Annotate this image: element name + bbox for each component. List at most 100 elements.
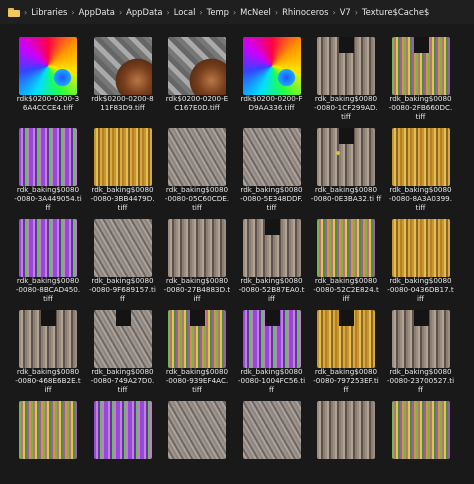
file-thumbnail [93,37,152,95]
file-name: rdk_baking$0080 -0080-939EF4AC. tiff [165,367,229,394]
file-item[interactable]: rdk_baking$0080 -0080-9F689157.ti ff [87,212,159,303]
file-item[interactable] [12,394,84,484]
file-name: rdk_baking$0080 -0080-52B87EA0.t iff [238,276,305,303]
breadcrumb-texture-cache[interactable]: Texture$Cache$ [362,7,429,17]
file-name: rdk$0200-0200-8 11F83D9.tiff [91,94,154,112]
file-item[interactable]: rdk_baking$0080 -0080-52C2E824.t iff [310,212,382,303]
file-item[interactable] [310,394,382,484]
thumbnail-marker [336,151,340,155]
chevron-right-icon: › [332,7,336,17]
file-thumbnail [317,401,375,459]
file-name: rdk_baking$0080 -0080-3BB4479D. tiff [90,185,155,212]
file-item[interactable]: rdk_baking$0080 -0080-2FB660DC. tiff [385,30,457,121]
breadcrumb-appdata-2[interactable]: AppData [126,7,162,17]
file-name: rdk_baking$0080 -0080-05C60CDE. tiff [164,185,230,212]
file-item[interactable]: rdk$0200-0200-F D9AA336.tiff [236,30,308,120]
file-name: rdk$0200-0200-F D9AA336.tiff [240,94,303,112]
file-name: rdk_baking$0080 -0080-0E3BA32.ti ff [310,185,382,203]
file-thumbnail [168,37,226,95]
folder-icon [8,7,20,17]
file-name: rdk_baking$0080 -0080-1CF299AD. tiff [314,94,378,121]
file-item[interactable]: rdk_baking$0080 -0080-5E348DDF. tiff [236,121,308,212]
file-name: rdk$0200-0200-E C167E0D.tiff [165,94,229,112]
thumbnail-notch [339,310,354,326]
file-name: rdk_baking$0080 -0080-2FB660DC. tiff [388,94,453,121]
file-thumbnail [19,219,77,277]
file-item[interactable]: rdk_baking$0080 -0080-0E3BA32.ti ff [310,121,382,211]
file-item[interactable]: rdk_baking$0080 -0080-1004FC56.ti ff [236,303,308,394]
file-thumbnail [93,128,152,186]
file-item[interactable]: rdk_baking$0080 -0080-23700527.ti ff [385,303,457,394]
file-item[interactable] [236,394,308,484]
file-item[interactable]: rdk_baking$0080 -0080-8A3A0399. tiff [385,121,457,212]
breadcrumb-bar: › Libraries › AppData › AppData › Local … [0,0,474,24]
file-thumbnail [93,401,152,459]
file-item[interactable] [385,394,457,484]
file-thumbnail [93,310,152,368]
file-thumbnail [391,128,450,186]
file-item[interactable]: rdk_baking$0080 -0080-749A27D0. tiff [87,303,159,394]
file-item[interactable]: rdk_baking$0080 -0080-3A449054.ti ff [12,121,84,212]
file-item[interactable]: rdk$0200-0200-E C167E0D.tiff [161,30,233,120]
file-thumbnail [19,37,77,95]
breadcrumb-libraries[interactable]: Libraries [31,7,67,17]
file-name: rdk_baking$0080 -0080-468E6B2E.t iff [15,367,81,394]
thumbnail-notch [339,128,354,144]
breadcrumb-mcneel[interactable]: McNeel [240,7,271,17]
file-thumbnail [242,219,301,277]
file-item[interactable]: rdk_baking$0080 -0080-27B4883D.t iff [161,212,233,303]
file-thumbnail [242,128,301,186]
thumbnail-notch [413,310,429,326]
file-thumbnail [242,401,301,459]
file-name: rdk_baking$0080 -0080-749A27D0. tiff [90,367,155,394]
file-item[interactable]: rdk_baking$0080 -0080-939EF4AC. tiff [161,303,233,394]
file-thumbnail [168,401,226,459]
file-item[interactable]: rdk$0200-0200-8 11F83D9.tiff [87,30,159,120]
chevron-right-icon: › [354,7,358,17]
file-thumbnail [168,128,226,186]
file-thumbnail [168,219,226,277]
file-name: rdk_baking$0080 -0080-0436DB17.t iff [387,276,454,303]
file-item[interactable]: rdk_baking$0080 -0080-05C60CDE. tiff [161,121,233,212]
chevron-right-icon: › [118,7,123,17]
thumbnail-notch [413,37,429,53]
file-thumbnail [19,401,77,459]
file-thumbnail [242,37,301,95]
file-name: rdk_baking$0080 -0080-23700527.ti ff [386,367,455,394]
file-name: rdk_baking$0080 -0080-52C2E824.t iff [313,276,379,303]
file-thumbnail [242,310,301,368]
file-name: rdk_baking$0080 -0080-8BCAD450. tiff [15,276,81,303]
file-thumbnail [391,401,450,459]
thumbnail-notch [115,310,131,326]
thumbnail-notch [41,310,56,326]
chevron-right-icon: › [199,7,203,17]
file-name: rdk_baking$0080 -0080-797253EF.ti ff [313,367,379,394]
file-item[interactable]: rdk_baking$0080 -0080-8BCAD450. tiff [12,212,84,303]
file-name: rdk_baking$0080 -0080-5E348DDF. tiff [240,185,303,212]
file-thumbnail [317,310,375,368]
file-item[interactable]: rdk_baking$0080 -0080-1CF299AD. tiff [310,30,382,121]
file-item[interactable] [87,394,159,484]
file-item[interactable]: rdk$0200-0200-3 6A4CCCE4.tiff [12,30,84,120]
file-thumbnail [317,219,375,277]
breadcrumb-temp[interactable]: Temp [207,7,229,17]
file-item[interactable]: rdk_baking$0080 -0080-468E6B2E.t iff [12,303,84,394]
thumbnail-notch [264,219,280,235]
file-name: rdk_baking$0080 -0080-8A3A0399. tiff [388,185,453,212]
file-name: rdk_baking$0080 -0080-3A449054.ti ff [14,185,82,212]
breadcrumb-local[interactable]: Local [174,7,196,17]
file-thumbnail [168,310,226,368]
file-item[interactable]: rdk_baking$0080 -0080-797253EF.ti ff [310,303,382,394]
breadcrumb-rhinoceros[interactable]: Rhinoceros [282,7,328,17]
file-thumbnail [317,128,375,186]
file-thumbnail [93,219,152,277]
file-item[interactable]: rdk_baking$0080 -0080-0436DB17.t iff [385,212,457,303]
file-thumbnail [391,37,450,95]
file-item[interactable] [161,394,233,484]
file-item[interactable]: rdk_baking$0080 -0080-3BB4479D. tiff [87,121,159,212]
breadcrumb-v7[interactable]: V7 [340,7,351,17]
file-thumbnail [317,37,375,95]
file-item[interactable]: rdk_baking$0080 -0080-52B87EA0.t iff [236,212,308,303]
chevron-right-icon: › [166,7,170,17]
breadcrumb-appdata-1[interactable]: AppData [79,7,115,17]
